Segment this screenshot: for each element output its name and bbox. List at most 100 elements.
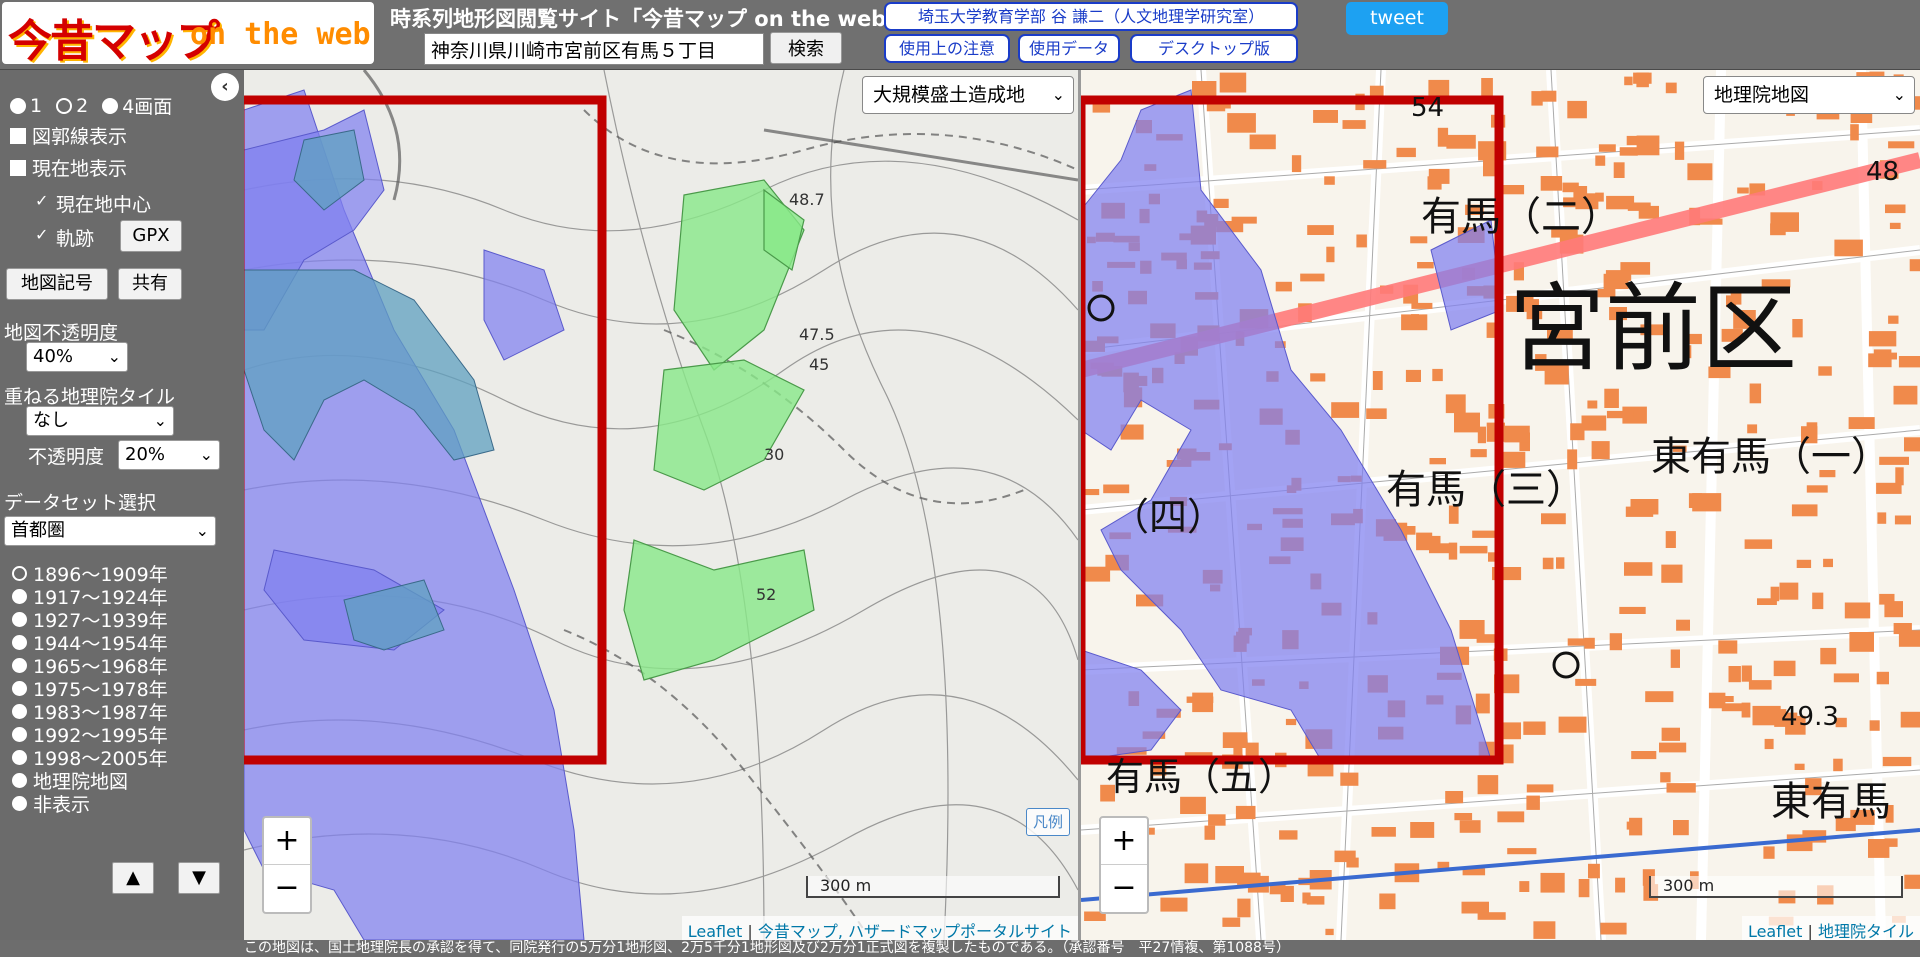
building-shape (1718, 640, 1738, 654)
collapse-sidebar-button[interactable]: ‹ (211, 73, 239, 101)
building-shape (1507, 848, 1537, 855)
grid-checkbox[interactable] (10, 127, 26, 144)
era-up-button[interactable]: ▲ (112, 862, 154, 894)
map-symbols-button[interactable]: 地図記号 (6, 268, 108, 300)
area-label: （四） (1111, 495, 1225, 539)
building-shape (1533, 921, 1556, 939)
tweet-button[interactable]: tweet (1346, 2, 1448, 35)
building-shape (1502, 744, 1514, 764)
track-checkbox[interactable] (34, 225, 50, 246)
building-shape (1459, 545, 1488, 554)
screen-2-radio[interactable] (56, 97, 73, 114)
zoom-out-button[interactable]: − (264, 865, 310, 912)
track-toggle-row: 軌跡 (34, 224, 94, 251)
building-shape (1584, 637, 1595, 649)
era-radio[interactable] (12, 727, 27, 742)
location-checkbox[interactable] (10, 159, 26, 176)
old-topographic-map: 48.7 47.5 45 30 52 (244, 70, 1078, 940)
building-shape (1208, 814, 1226, 826)
zoom-in-button[interactable]: + (1101, 818, 1147, 865)
building-shape (1526, 784, 1554, 793)
building-shape (1340, 772, 1359, 786)
building-shape (1429, 543, 1452, 554)
center-checkbox[interactable] (34, 191, 50, 212)
building-shape (1661, 727, 1680, 741)
era-radio[interactable] (12, 750, 27, 765)
screen-4-radio[interactable] (102, 97, 119, 114)
era-radio[interactable] (12, 658, 27, 673)
building-shape (1741, 665, 1752, 682)
era-radio[interactable] (12, 796, 27, 811)
building-shape (1604, 388, 1619, 408)
era-radio[interactable] (12, 681, 27, 696)
share-button[interactable]: 共有 (118, 268, 182, 300)
building-shape (1410, 822, 1435, 838)
leaflet-link[interactable]: Leaflet (688, 922, 742, 940)
building-shape (1160, 897, 1188, 912)
overlay-opacity-select[interactable]: 20% ⌄ (118, 440, 220, 470)
source-link[interactable]: 今昔マップ, ハザードマップポータルサイト (758, 922, 1072, 940)
building-shape (1619, 606, 1646, 614)
search-input[interactable] (424, 33, 764, 65)
data-link[interactable]: 使用データ (1018, 34, 1120, 63)
notes-link[interactable]: 使用上の注意 (884, 34, 1010, 63)
building-shape (1331, 402, 1360, 418)
building-shape (1587, 400, 1598, 409)
building-shape (1645, 691, 1674, 703)
old-map-pane[interactable]: 48.7 47.5 45 30 52 大規模盛土造成地 ⌄ + − 凡例 300… (244, 70, 1078, 940)
gpx-button[interactable]: GPX (120, 220, 182, 252)
building-shape (1300, 273, 1325, 282)
building-shape (1184, 863, 1209, 884)
building-shape (1595, 155, 1606, 166)
site-logo[interactable]: 今昔マップ on the web (2, 2, 374, 64)
location-label: 現在地表示 (32, 158, 128, 180)
site-title: 時系列地形図閲覧サイト「今昔マップ on the web」 (390, 7, 908, 31)
source-link[interactable]: 地理院タイル (1818, 922, 1914, 940)
hazard-layer-select[interactable]: 大規模盛土造成地 ⌄ (862, 76, 1074, 114)
center-toggle-row: 現在地中心 (34, 190, 151, 217)
building-shape (1519, 881, 1530, 892)
building-shape (1619, 147, 1638, 156)
era-radio[interactable] (12, 612, 27, 627)
desktop-version-link[interactable]: デスクトップ版 (1130, 34, 1298, 63)
search-button[interactable]: 検索 (770, 32, 842, 64)
left-scale-bar: 300 m (806, 876, 1060, 898)
right-attribution: Leaflet | 地理院タイル (1741, 916, 1920, 940)
zoom-in-button[interactable]: + (264, 818, 310, 865)
building-shape (1477, 775, 1499, 795)
era-radio[interactable] (12, 566, 27, 581)
building-shape (1744, 539, 1773, 549)
building-shape (1812, 592, 1824, 610)
base-map-select[interactable]: 地理院地図 ⌄ (1703, 76, 1915, 114)
building-shape (1567, 638, 1587, 646)
screen-1-radio[interactable] (10, 97, 26, 114)
chevron-down-icon: ⌄ (1892, 85, 1906, 104)
area-label: 有馬（三） (1386, 467, 1586, 513)
leaflet-link[interactable]: Leaflet (1748, 922, 1802, 940)
left-zoom-control: + − (262, 816, 312, 914)
building-shape (1213, 198, 1229, 208)
building-shape (1598, 144, 1616, 152)
building-shape (1588, 863, 1600, 879)
chevron-down-icon: ⌄ (1051, 85, 1065, 104)
era-down-button[interactable]: ▼ (178, 862, 220, 894)
building-shape (1279, 830, 1298, 840)
building-shape (1446, 134, 1476, 149)
legend-button[interactable]: 凡例 (1026, 808, 1070, 836)
era-radio[interactable] (12, 589, 27, 604)
author-link[interactable]: 埼玉大学教育学部 谷 謙二（人文地理学研究室） (884, 2, 1298, 31)
overlay-select[interactable]: なし ⌄ (26, 406, 174, 436)
zoom-out-button[interactable]: − (1101, 865, 1147, 912)
opacity-select[interactable]: 40% ⌄ (26, 342, 128, 372)
era-radio[interactable] (12, 773, 27, 788)
building-shape (1454, 412, 1480, 433)
dataset-select[interactable]: 首都圏 ⌄ (4, 516, 216, 546)
building-shape (1542, 557, 1554, 570)
era-radio[interactable] (12, 635, 27, 650)
era-option[interactable]: 非表示 (12, 790, 90, 817)
gsi-map-pane[interactable]: 宮前区 有馬（二） 有馬（三） （四） 有馬（五） 東有馬（一） 東有馬 48 … (1081, 70, 1920, 940)
era-radio[interactable] (12, 704, 27, 719)
attribution-separator: | (742, 922, 758, 940)
building-shape (1764, 738, 1774, 750)
building-shape (1882, 756, 1912, 767)
